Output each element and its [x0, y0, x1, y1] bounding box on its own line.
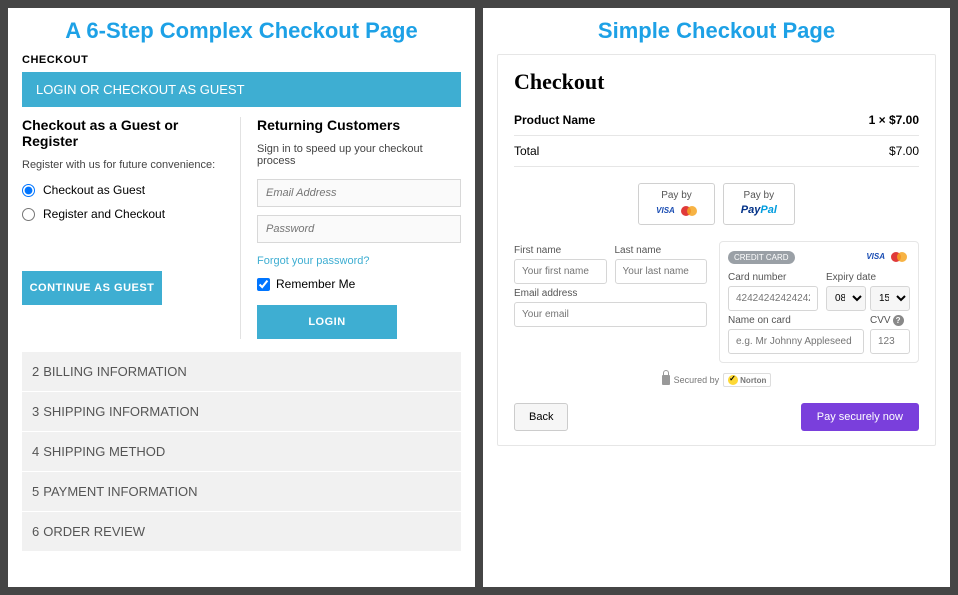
product-row: Product Name 1 × $7.00: [514, 105, 919, 136]
complex-checkout-panel: A 6-Step Complex Checkout Page CHECKOUT …: [8, 8, 475, 587]
step-3[interactable]: 3SHIPPING INFORMATION: [22, 391, 461, 431]
radio-label: Checkout as Guest: [43, 183, 145, 197]
email-input[interactable]: [257, 179, 461, 207]
total-row: Total $7.00: [514, 136, 919, 167]
checkout-label: CHECKOUT: [22, 54, 461, 66]
simple-checkout-panel: Simple Checkout Page Checkout Product Na…: [483, 8, 950, 587]
card-number-label: Card number: [728, 272, 818, 283]
visa-icon: VISA: [863, 252, 888, 262]
remember-me-checkbox[interactable]: Remember Me: [257, 277, 461, 291]
mastercard-icon: [890, 251, 910, 263]
returning-column: Returning Customers Sign in to speed up …: [257, 117, 461, 339]
step-list: 2BILLING INFORMATION 3SHIPPING INFORMATI…: [22, 351, 461, 551]
expiry-label: Expiry date: [826, 272, 910, 283]
mastercard-icon: [680, 205, 700, 217]
norton-badge: Norton: [723, 373, 771, 387]
step-1-banner: LOGIN OR CHECKOUT AS GUEST: [22, 72, 461, 107]
secured-by: Secured by Norton: [514, 373, 919, 387]
step-2[interactable]: 2BILLING INFORMATION: [22, 351, 461, 391]
pay-by-paypal-button[interactable]: Pay by PayPal: [723, 183, 795, 225]
checkout-card: Checkout Product Name 1 × $7.00 Total $7…: [497, 54, 936, 446]
left-title: A 6-Step Complex Checkout Page: [22, 18, 461, 44]
radio-checkout-guest-input[interactable]: [22, 184, 35, 197]
expiry-month-select[interactable]: 08: [826, 286, 866, 311]
remember-me-input[interactable]: [257, 278, 270, 291]
lock-icon: [662, 375, 670, 385]
guest-heading: Checkout as a Guest or Register: [22, 117, 226, 149]
forgot-password-link[interactable]: Forgot your password?: [257, 255, 461, 267]
returning-hint: Sign in to speed up your checkout proces…: [257, 143, 461, 167]
guest-hint: Register with us for future convenience:: [22, 159, 226, 171]
name-on-card-input[interactable]: [728, 329, 864, 354]
credit-card-box: CREDIT CARD VISA Card number Expiry date: [719, 241, 919, 363]
visa-icon: VISA: [653, 206, 678, 216]
login-button[interactable]: LOGIN: [257, 305, 397, 339]
email-input-simple[interactable]: [514, 302, 707, 327]
credit-card-badge: CREDIT CARD: [728, 251, 795, 264]
checkout-heading: Checkout: [514, 69, 919, 95]
card-number-input[interactable]: [728, 286, 818, 311]
cvv-input[interactable]: [870, 329, 910, 354]
cvv-label: CVV?: [870, 315, 910, 326]
customer-fields: First name Last name Email address: [514, 241, 707, 363]
back-button[interactable]: Back: [514, 403, 568, 431]
continue-as-guest-button[interactable]: CONTINUE AS GUEST: [22, 271, 162, 305]
help-icon[interactable]: ?: [893, 315, 904, 326]
name-on-card-label: Name on card: [728, 315, 864, 326]
product-name: Product Name: [514, 113, 595, 127]
paypal-icon: PayPal: [741, 204, 777, 216]
radio-label: Register and Checkout: [43, 207, 165, 221]
email-label: Email address: [514, 288, 707, 299]
radio-register-checkout-input[interactable]: [22, 208, 35, 221]
step-4[interactable]: 4SHIPPING METHOD: [22, 431, 461, 471]
step-5[interactable]: 5PAYMENT INFORMATION: [22, 471, 461, 511]
last-name-label: Last name: [615, 245, 708, 256]
first-name-input[interactable]: [514, 259, 607, 284]
step-6[interactable]: 6ORDER REVIEW: [22, 511, 461, 551]
first-name-label: First name: [514, 245, 607, 256]
radio-register-checkout[interactable]: Register and Checkout: [22, 207, 226, 221]
total-value: $7.00: [889, 144, 919, 158]
guest-column: Checkout as a Guest or Register Register…: [22, 117, 241, 339]
pay-by-card-button[interactable]: Pay by VISA: [638, 183, 715, 225]
returning-heading: Returning Customers: [257, 117, 461, 133]
last-name-input[interactable]: [615, 259, 708, 284]
expiry-year-select[interactable]: 15: [870, 286, 910, 311]
check-icon: [728, 375, 738, 385]
password-input[interactable]: [257, 215, 461, 243]
right-title: Simple Checkout Page: [497, 18, 936, 44]
total-label: Total: [514, 144, 539, 158]
product-qty-price: 1 × $7.00: [869, 113, 919, 127]
pay-securely-button[interactable]: Pay securely now: [801, 403, 919, 431]
radio-checkout-guest[interactable]: Checkout as Guest: [22, 183, 226, 197]
remember-me-label: Remember Me: [276, 277, 355, 291]
